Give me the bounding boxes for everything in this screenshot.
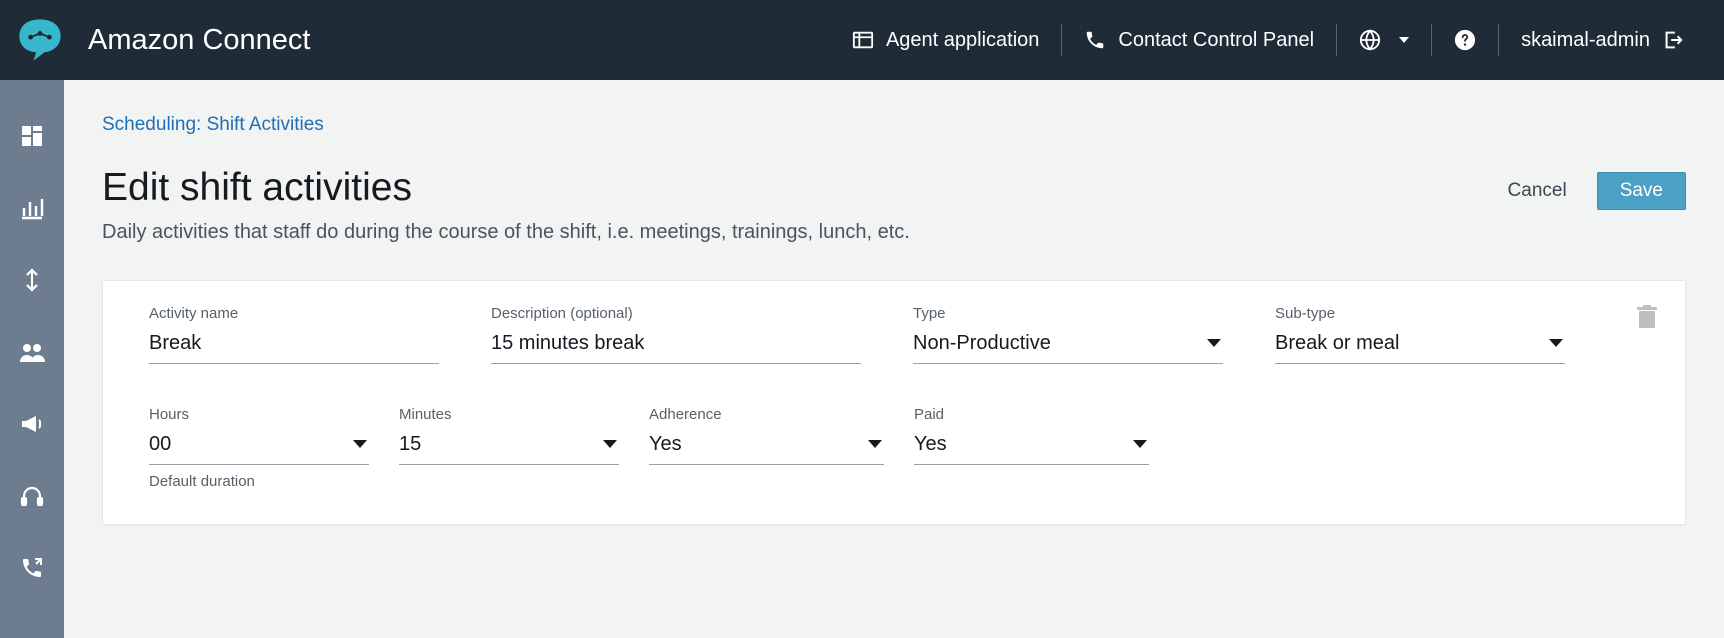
left-nav <box>0 80 64 638</box>
globe-icon <box>1359 29 1381 51</box>
agent-application-link[interactable]: Agent application <box>830 18 1061 62</box>
chevron-down-icon <box>1207 339 1221 347</box>
help-icon <box>1454 29 1476 51</box>
type-field: Type Non-Productive <box>913 305 1223 364</box>
brand-area: Amazon Connect <box>10 13 340 67</box>
description-field: Description (optional) <box>491 305 861 364</box>
contact-control-panel-link[interactable]: Contact Control Panel <box>1062 18 1336 62</box>
adherence-label: Adherence <box>649 406 884 423</box>
chevron-down-icon <box>603 440 617 448</box>
hours-label: Hours <box>149 406 369 423</box>
paid-field: Paid Yes <box>914 406 1149 490</box>
help-link[interactable] <box>1432 18 1498 62</box>
description-label: Description (optional) <box>491 305 861 322</box>
top-links: Agent application Contact Control Panel <box>830 0 1706 80</box>
paid-select[interactable]: Yes <box>914 429 1149 465</box>
hours-select[interactable]: 00 <box>149 429 369 465</box>
hours-field: Hours 00 Default duration <box>149 406 369 490</box>
subtype-select[interactable]: Break or meal <box>1275 328 1565 364</box>
adherence-select[interactable]: Yes <box>649 429 884 465</box>
activity-card: Activity name Description (optional) Typ… <box>102 280 1686 525</box>
page-header: Edit shift activities Daily activities t… <box>102 166 1686 244</box>
nav-metrics-icon[interactable] <box>18 194 46 222</box>
nav-dashboard-icon[interactable] <box>18 122 46 150</box>
minutes-select[interactable]: 15 <box>399 429 619 465</box>
page-subtitle: Daily activities that staff do during th… <box>102 221 910 244</box>
type-select[interactable]: Non-Productive <box>913 328 1223 364</box>
nav-routing-icon[interactable] <box>18 266 46 294</box>
adherence-value: Yes <box>649 433 860 456</box>
activity-name-input[interactable] <box>149 332 439 355</box>
language-selector[interactable] <box>1337 18 1431 62</box>
logout-icon <box>1662 29 1684 51</box>
chevron-down-icon <box>353 440 367 448</box>
ccp-label: Contact Control Panel <box>1118 29 1314 52</box>
top-bar: Amazon Connect Agent application Contact… <box>0 0 1724 80</box>
subtype-label: Sub-type <box>1275 305 1565 322</box>
user-menu[interactable]: skaimal-admin <box>1499 18 1706 62</box>
adherence-field: Adherence Yes <box>649 406 884 490</box>
type-label: Type <box>913 305 1223 322</box>
minutes-field: Minutes 15 <box>399 406 619 490</box>
main-content: Scheduling: Shift Activities Edit shift … <box>64 80 1724 638</box>
delete-activity-button[interactable] <box>1637 305 1659 331</box>
nav-headset-icon[interactable] <box>18 482 46 510</box>
minutes-label: Minutes <box>399 406 619 423</box>
chevron-down-icon <box>1399 37 1409 43</box>
subtype-value: Break or meal <box>1275 332 1541 355</box>
paid-label: Paid <box>914 406 1149 423</box>
phone-icon <box>1084 29 1106 51</box>
breadcrumb[interactable]: Scheduling: Shift Activities <box>102 114 1686 136</box>
cancel-button[interactable]: Cancel <box>1508 180 1567 202</box>
description-input[interactable] <box>491 332 861 355</box>
subtype-field: Sub-type Break or meal <box>1275 305 1565 364</box>
agent-app-icon <box>852 29 874 51</box>
username-label: skaimal-admin <box>1521 29 1650 52</box>
nav-users-icon[interactable] <box>18 338 46 366</box>
hours-value: 00 <box>149 433 345 456</box>
brand-title: Amazon Connect <box>88 24 310 57</box>
amazon-connect-logo-icon <box>10 13 70 67</box>
chevron-down-icon <box>1133 440 1147 448</box>
page-title: Edit shift activities <box>102 166 910 211</box>
paid-value: Yes <box>914 433 1125 456</box>
hours-helper: Default duration <box>149 473 369 490</box>
nav-announcements-icon[interactable] <box>18 410 46 438</box>
nav-phone-icon[interactable] <box>18 554 46 582</box>
activity-name-input-wrap[interactable] <box>149 328 439 364</box>
activity-name-label: Activity name <box>149 305 439 322</box>
activity-name-field: Activity name <box>149 305 439 364</box>
page-actions: Cancel Save <box>1508 166 1686 210</box>
chevron-down-icon <box>1549 339 1563 347</box>
save-button[interactable]: Save <box>1597 172 1686 210</box>
minutes-value: 15 <box>399 433 595 456</box>
type-value: Non-Productive <box>913 332 1199 355</box>
chevron-down-icon <box>868 440 882 448</box>
description-input-wrap[interactable] <box>491 328 861 364</box>
agent-application-label: Agent application <box>886 29 1039 52</box>
